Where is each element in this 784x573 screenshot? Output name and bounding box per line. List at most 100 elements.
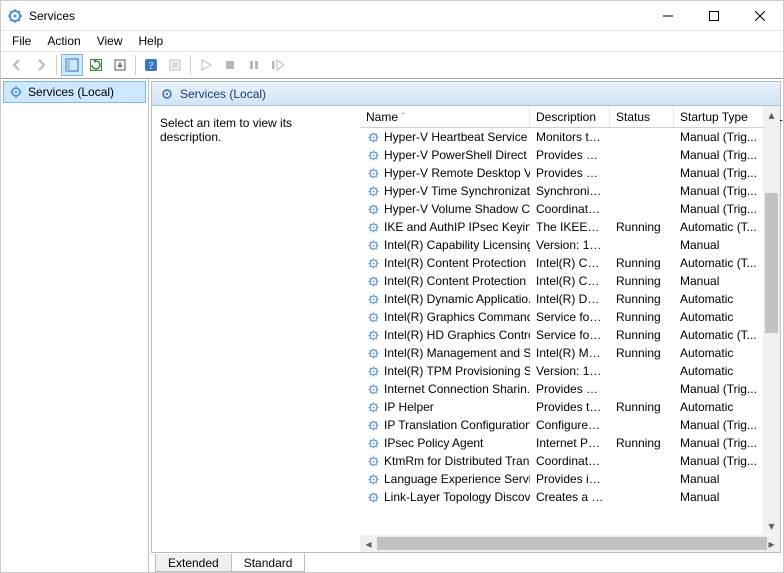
scroll-track[interactable] xyxy=(763,123,780,517)
vertical-scrollbar[interactable]: ▴ ▾ xyxy=(763,106,780,534)
service-name: IKE and AuthIP IPsec Keying... xyxy=(384,220,530,234)
service-row[interactable]: IP HelperProvides tu...RunningAutomaticL… xyxy=(360,398,780,416)
service-row[interactable]: Hyper-V Volume Shadow C...Coordinates...… xyxy=(360,200,780,218)
service-row[interactable]: Intel(R) HD Graphics Contro... Service fo… xyxy=(360,326,780,344)
body: Services (Local) Services (Local) Select… xyxy=(1,79,783,572)
forward-button[interactable] xyxy=(30,54,52,76)
svg-text:?: ? xyxy=(149,61,154,72)
column-startup-type[interactable]: Startup Type xyxy=(674,106,770,127)
menu-bar: File Action View Help xyxy=(1,31,783,51)
service-description: The IKEEXT ... xyxy=(536,220,610,234)
service-status: Running xyxy=(616,292,661,306)
service-gear-icon xyxy=(366,202,380,216)
column-description[interactable]: Description xyxy=(530,106,610,127)
show-hide-tree-button[interactable] xyxy=(61,54,83,76)
service-row[interactable]: IKE and AuthIP IPsec Keying... The IKEEXT… xyxy=(360,218,780,236)
pause-service-button[interactable] xyxy=(243,54,265,76)
menu-help[interactable]: Help xyxy=(132,33,171,49)
tab-extended[interactable]: Extended xyxy=(155,554,232,572)
help-button[interactable]: ? xyxy=(140,54,162,76)
toolbar-separator xyxy=(56,55,57,75)
menu-action[interactable]: Action xyxy=(40,33,87,49)
service-startup-type: Manual (Trig... xyxy=(680,148,757,162)
nav-services-local[interactable]: Services (Local) xyxy=(3,81,146,103)
service-description: Provides tu... xyxy=(536,400,606,414)
toolbar: ? xyxy=(1,51,783,79)
service-name: Internet Connection Sharin... xyxy=(384,382,530,396)
service-name: Link-Layer Topology Discov... xyxy=(384,490,530,504)
restart-service-button[interactable] xyxy=(267,54,289,76)
service-name: Intel(R) HD Graphics Contro... xyxy=(384,328,530,342)
scroll-thumb[interactable] xyxy=(377,537,767,550)
service-row[interactable]: Hyper-V Heartbeat ServiceMonitors th...M… xyxy=(360,128,780,146)
service-row[interactable]: Intel(R) Dynamic Applicatio...Intel(R) D… xyxy=(360,290,780,308)
service-description: Monitors th... xyxy=(536,130,605,144)
service-row[interactable]: Language Experience ServiceProvides inf.… xyxy=(360,470,780,488)
service-row[interactable]: IPsec Policy AgentInternet Pro...Running… xyxy=(360,434,780,452)
service-row[interactable]: Hyper-V Time Synchronizati...Synchronize… xyxy=(360,182,780,200)
horizontal-scrollbar[interactable]: ◂ ▸ xyxy=(360,535,780,552)
scroll-left-button[interactable]: ◂ xyxy=(360,535,377,552)
view-tabs: Extended Standard xyxy=(149,552,783,572)
service-row[interactable]: Intel(R) TPM Provisioning S...Version: 1… xyxy=(360,362,780,380)
service-row[interactable]: Hyper-V PowerShell Direct ...Provides a … xyxy=(360,146,780,164)
service-status: Running xyxy=(616,256,661,270)
service-gear-icon xyxy=(366,220,380,234)
service-startup-type: Automatic (T... xyxy=(680,220,757,234)
panel-body: Select an item to view its description. … xyxy=(152,106,780,552)
minimize-button[interactable] xyxy=(645,1,691,31)
service-row[interactable]: Internet Connection Sharin...Provides ne… xyxy=(360,380,780,398)
list-rows[interactable]: Hyper-V Heartbeat ServiceMonitors th...M… xyxy=(360,128,780,535)
service-row[interactable]: Intel(R) Management and S...Intel(R) Ma.… xyxy=(360,344,780,362)
service-description: Intel(R) Dyn... xyxy=(536,292,610,306)
properties-button[interactable] xyxy=(164,54,186,76)
service-startup-type: Automatic xyxy=(680,292,733,306)
service-gear-icon xyxy=(366,472,380,486)
close-button[interactable] xyxy=(737,1,783,31)
scroll-up-button[interactable]: ▴ xyxy=(763,106,780,123)
services-list[interactable]: Nameˇ Description Status Startup Type Lo… xyxy=(360,106,780,552)
scroll-down-button[interactable]: ▾ xyxy=(763,517,780,534)
service-startup-type: Automatic xyxy=(680,310,733,324)
service-status: Running xyxy=(616,400,661,414)
service-row[interactable]: Intel(R) Graphics Command...Service for … xyxy=(360,308,780,326)
service-row[interactable]: Hyper-V Remote Desktop Vi...Provides a p… xyxy=(360,164,780,182)
export-list-button[interactable] xyxy=(109,54,131,76)
service-name: Intel(R) Management and S... xyxy=(384,346,530,360)
description-pane: Select an item to view its description. xyxy=(152,106,360,552)
service-description: Service for I... xyxy=(536,328,610,342)
service-row[interactable]: Link-Layer Topology Discov...Creates a N… xyxy=(360,488,780,506)
main-panel: Services (Local) Select an item to view … xyxy=(149,79,783,572)
title-bar: Services xyxy=(1,1,783,31)
back-button[interactable] xyxy=(6,54,28,76)
service-startup-type: Manual (Trig... xyxy=(680,418,757,432)
stop-service-button[interactable] xyxy=(219,54,241,76)
scroll-thumb[interactable] xyxy=(765,193,778,333)
refresh-button[interactable] xyxy=(85,54,107,76)
service-gear-icon xyxy=(366,328,380,342)
service-name: IP Translation Configuration... xyxy=(384,418,530,432)
service-row[interactable]: Intel(R) Content Protection ...Intel(R) … xyxy=(360,254,780,272)
column-name[interactable]: Nameˇ xyxy=(360,106,530,127)
service-name: Hyper-V Volume Shadow C... xyxy=(384,202,530,216)
service-name: IP Helper xyxy=(384,400,434,414)
column-status[interactable]: Status xyxy=(610,106,674,127)
service-row[interactable]: Intel(R) Capability Licensing...Version:… xyxy=(360,236,780,254)
scroll-track[interactable] xyxy=(377,535,763,552)
service-gear-icon xyxy=(366,166,380,180)
menu-view[interactable]: View xyxy=(90,33,130,49)
service-gear-icon xyxy=(366,310,380,324)
navigation-tree[interactable]: Services (Local) xyxy=(1,79,149,572)
service-name: Intel(R) Graphics Command... xyxy=(384,310,530,324)
service-row[interactable]: IP Translation Configuration...Configure… xyxy=(360,416,780,434)
service-startup-type: Automatic xyxy=(680,400,733,414)
service-status: Running xyxy=(616,274,661,288)
tab-standard[interactable]: Standard xyxy=(231,553,306,572)
service-row[interactable]: Intel(R) Content Protection ...Intel(R) … xyxy=(360,272,780,290)
service-description: Synchronize... xyxy=(536,184,610,198)
service-row[interactable]: KtmRm for Distributed Tran...Coordinates… xyxy=(360,452,780,470)
service-gear-icon xyxy=(366,454,380,468)
start-service-button[interactable] xyxy=(195,54,217,76)
maximize-button[interactable] xyxy=(691,1,737,31)
menu-file[interactable]: File xyxy=(5,33,38,49)
